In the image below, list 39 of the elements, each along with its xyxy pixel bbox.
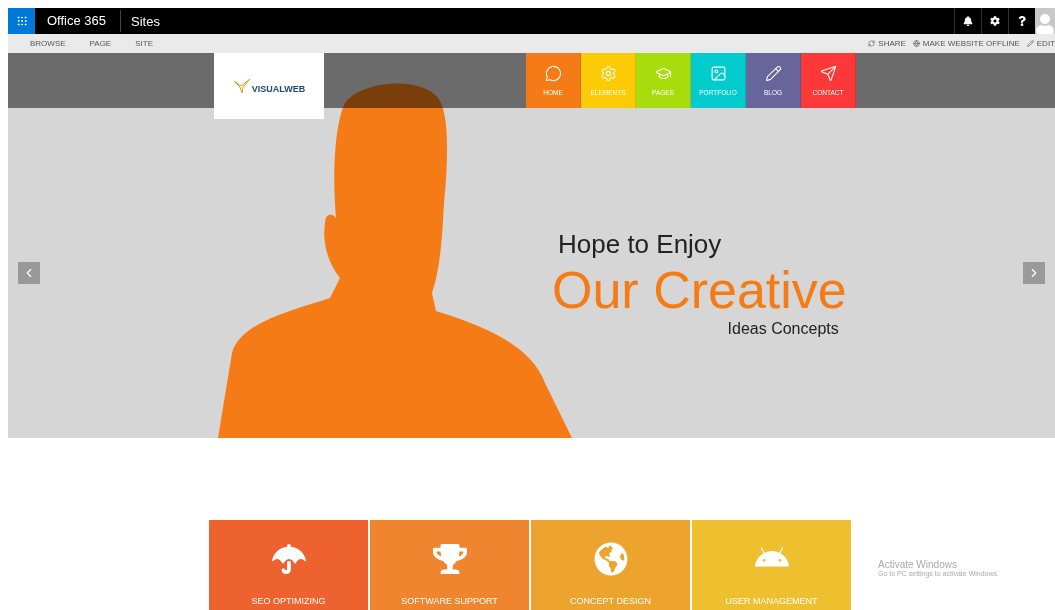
trophy-icon [432, 542, 467, 576]
ribbon-tab[interactable]: BROWSE [30, 39, 66, 48]
ribbon-action[interactable]: SHARE [868, 39, 906, 48]
hero-heading: Hope to Enjoy [558, 229, 723, 260]
ribbon-tab[interactable]: PAGE [89, 39, 112, 48]
picture-icon [709, 65, 727, 82]
share-icon [868, 40, 876, 47]
gear-icon [599, 65, 617, 82]
hero-subtitle: Ideas Concepts [727, 320, 839, 338]
graduation-cap-icon [654, 65, 672, 82]
bird-logo-icon [232, 78, 251, 94]
service-title: CONCEPT DESIGN [570, 596, 651, 606]
person-icon [1035, 14, 1055, 34]
bell-icon [963, 16, 973, 26]
speech-bubble-icon [544, 65, 562, 82]
pencil-icon [1026, 40, 1034, 47]
logo[interactable]: VISUALWEB [214, 53, 324, 119]
pencil-icon [764, 65, 782, 82]
hero-title: Our Creative [552, 260, 847, 320]
next-slide-button[interactable] [1023, 262, 1045, 284]
ribbon-action[interactable]: EDIT [1026, 39, 1055, 48]
service-title: USER MANAGEMENT [725, 596, 818, 606]
globe-icon [912, 40, 920, 47]
service-title: SEO OPTIMIZING [251, 596, 326, 606]
grid-icon [15, 15, 28, 27]
globe-icon [593, 542, 628, 576]
gear-icon [990, 16, 1000, 26]
app-title[interactable]: Sites [121, 13, 160, 29]
app-launcher-button[interactable] [8, 8, 35, 34]
brand-title[interactable]: Office 365 [35, 10, 122, 32]
logo-text: VISUALWEB [251, 84, 306, 94]
ribbon-tab[interactable]: SITE [135, 39, 153, 48]
service-title: SOFTWARE SUPPORT [401, 596, 498, 606]
previous-slide-button[interactable] [18, 262, 40, 284]
activation-title: Activate Windows [878, 559, 958, 570]
umbrella-icon [271, 542, 306, 576]
ribbon-action[interactable]: MAKE WEBSITE OFFLINE [912, 39, 1020, 48]
paper-plane-icon [819, 65, 837, 82]
question-mark-icon [1017, 16, 1027, 26]
